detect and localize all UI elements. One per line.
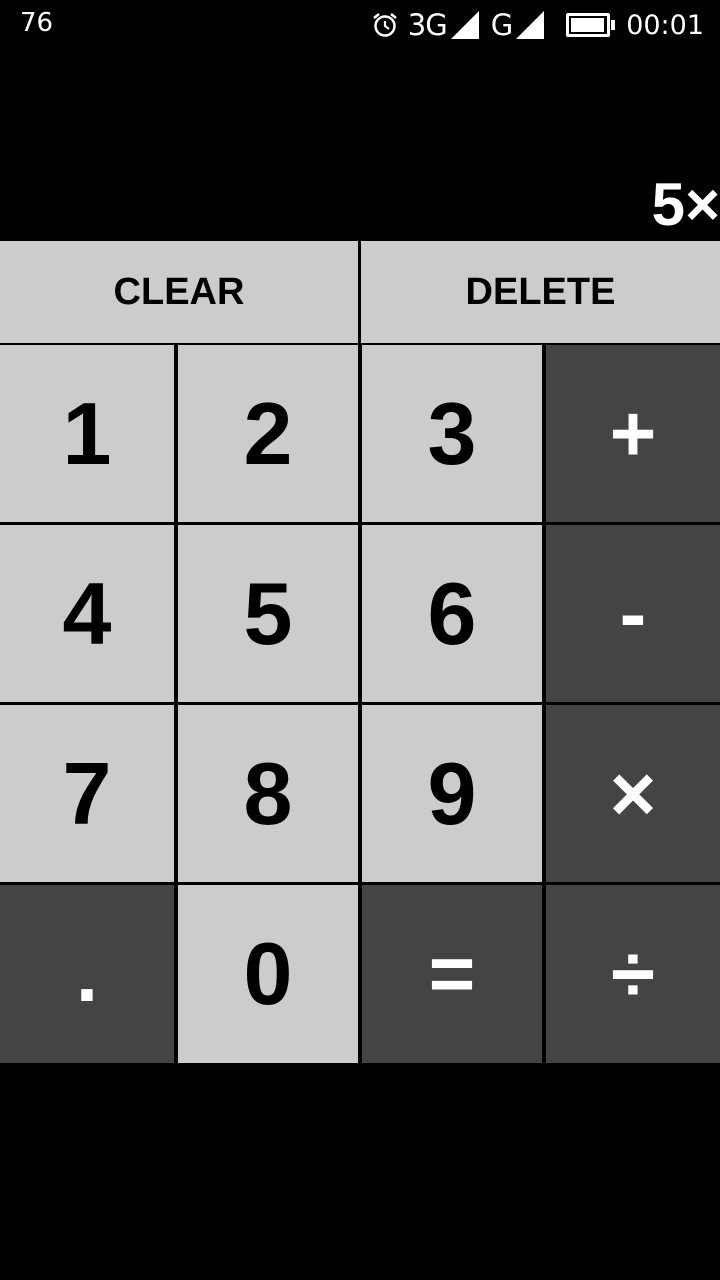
- key-7[interactable]: 7: [0, 705, 174, 882]
- multiply-button[interactable]: ×: [546, 705, 720, 882]
- status-icons: 3G G 00:01: [372, 6, 704, 44]
- key-0[interactable]: 0: [178, 885, 358, 1063]
- alarm-icon: [372, 13, 397, 37]
- key-1[interactable]: 1: [0, 345, 174, 522]
- delete-button[interactable]: DELETE: [361, 241, 720, 343]
- plus-button[interactable]: +: [546, 345, 720, 522]
- key-5[interactable]: 5: [178, 525, 358, 702]
- status-left-text: 76: [20, 8, 54, 38]
- clear-button[interactable]: CLEAR: [0, 241, 358, 343]
- key-3[interactable]: 3: [362, 345, 542, 522]
- divide-button[interactable]: ÷: [546, 885, 720, 1063]
- signal-g-icon: [516, 11, 545, 39]
- key-4[interactable]: 4: [0, 525, 174, 702]
- key-6[interactable]: 6: [362, 525, 542, 702]
- key-2[interactable]: 2: [178, 345, 358, 522]
- network-3g-label: 3G: [407, 8, 448, 42]
- signal-3g-icon: [450, 11, 479, 39]
- status-bar: 76 3G G 00:01: [0, 0, 720, 50]
- key-9[interactable]: 9: [362, 705, 542, 882]
- decimal-point-button[interactable]: .: [0, 885, 174, 1063]
- expression-text: 5×: [651, 171, 720, 238]
- battery-icon: [566, 13, 616, 37]
- network-g-label: G: [490, 8, 514, 42]
- calculator-display: 5×: [0, 160, 720, 240]
- minus-button[interactable]: -: [546, 525, 720, 702]
- key-8[interactable]: 8: [178, 705, 358, 882]
- equals-button[interactable]: =: [362, 885, 542, 1063]
- status-time: 00:01: [626, 9, 704, 41]
